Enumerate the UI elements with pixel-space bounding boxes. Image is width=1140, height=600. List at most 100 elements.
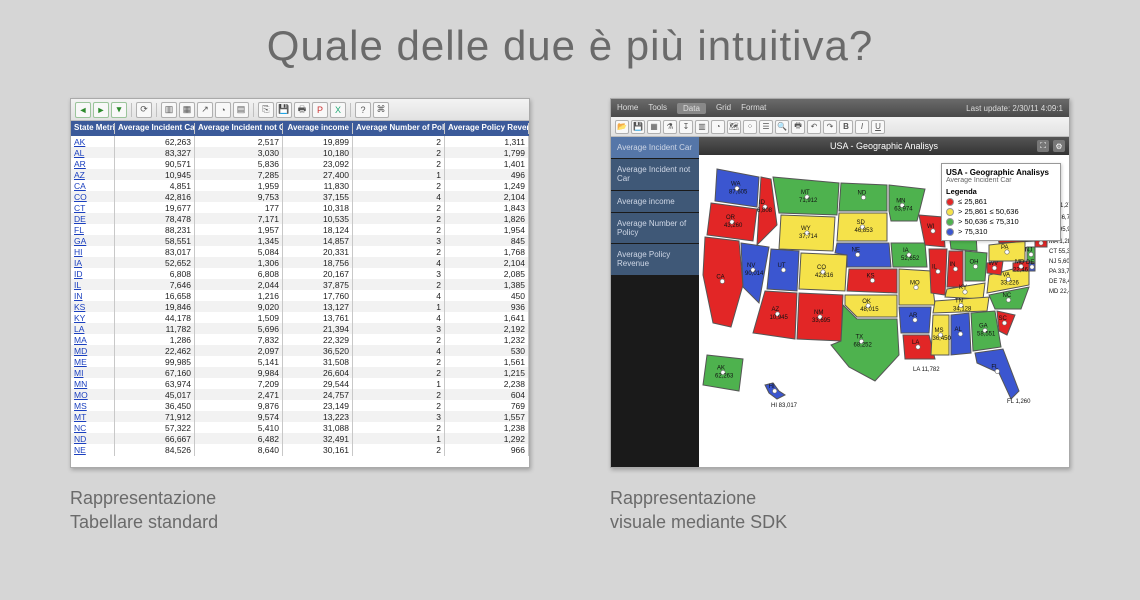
table-row[interactable]: MT71,9129,57413,22331,557 [71,411,529,422]
menu-tools[interactable]: Tools [648,103,667,114]
table-row[interactable]: FL88,2311,95718,12421,954 [71,224,529,235]
map-icon[interactable]: 🗺 [727,120,741,134]
export-xls-icon[interactable]: X [330,102,346,118]
state-label: WV [989,261,999,267]
refresh-icon[interactable]: ⟳ [136,102,152,118]
col-header[interactable]: State Metrics [71,123,115,134]
table-row[interactable]: DE78,4787,17110,53521,826 [71,213,529,224]
undo-icon[interactable]: ↶ [807,120,821,134]
map-legend: USA - Geographic Analisys Average Incide… [941,163,1061,241]
map-stage[interactable]: WA87,605OR43,260CANV90,014ID6,808MT71,91… [699,155,1069,467]
table-row[interactable]: ID6,8086,80820,16732,085 [71,268,529,279]
state-fl[interactable] [975,349,1019,399]
map-settings-icon[interactable]: ⚙ [1053,140,1065,152]
table-row[interactable]: CA4,8511,95911,83021,249 [71,180,529,191]
col-header[interactable]: Average income [283,123,353,134]
legend-sub: Average Incident Car [946,177,1056,184]
table-row[interactable]: IN16,6581,21617,7604450 [71,290,529,301]
col-header[interactable]: Average Number of Policy [353,123,445,134]
copy-icon[interactable]: ⎘ [258,102,274,118]
table-row[interactable]: AZ10,9457,28527,4001496 [71,169,529,180]
filter-icon[interactable]: ⚗ [663,120,677,134]
grid-icon[interactable]: ▦ [179,102,195,118]
col-header[interactable]: Average Incident not Car [195,123,283,134]
print-icon[interactable]: 🖶 [791,120,805,134]
legend-label: > 25,861 ≤ 50,636 [958,207,1019,216]
col-header[interactable]: Average Policy Revenue [445,123,529,134]
table-row[interactable]: CT19,67717710,31821,843 [71,202,529,213]
underline-icon[interactable]: U [871,120,885,134]
chart-pie-icon[interactable]: ◔ [215,102,231,118]
table-row[interactable]: MS36,4509,87623,1492769 [71,400,529,411]
state-value: 48,015 [860,307,879,313]
points-icon[interactable]: ⁘ [743,120,757,134]
legend-row: > 25,861 ≤ 50,636 [946,207,1056,216]
data-cell: 966 [445,444,529,456]
menu-home[interactable]: Home [617,103,638,114]
italic-icon[interactable]: I [855,120,869,134]
table-row[interactable]: HI83,0175,08420,33121,768 [71,246,529,257]
state-label: CA [716,274,724,280]
sidebar-item-policy-count[interactable]: Average Number of Policy [611,213,699,244]
data-cell: 8,640 [195,444,283,456]
chart-pie-icon[interactable]: ◔ [711,120,725,134]
zoom-icon[interactable]: 🔍 [775,120,789,134]
sidebar-item-income[interactable]: Average income [611,191,699,213]
chart-bar-icon[interactable]: ▥ [161,102,177,118]
table-row[interactable]: NC57,3225,41031,08821,238 [71,422,529,433]
state-link-cell[interactable]: NE [71,444,115,456]
state-label: AK [717,366,725,372]
sort-icon[interactable]: ↧ [679,120,693,134]
menu-grid[interactable]: Grid [716,103,731,114]
table-row[interactable]: AL83,3273,03010,18021,799 [71,147,529,158]
chart-line-icon[interactable]: ↗ [197,102,213,118]
table-row[interactable]: IA52,6521,30618,75642,104 [71,257,529,268]
map-content: USA - Geographic Analisys ⛶ ⚙ WA87,605OR… [699,137,1069,467]
table-row[interactable]: KY44,1781,50913,76141,641 [71,312,529,323]
table-row[interactable]: MN63,9747,20929,54412,238 [71,378,529,389]
table-row[interactable]: MD22,4622,09736,5204530 [71,345,529,356]
table-row[interactable]: AK62,2632,51719,89921,311 [71,136,529,147]
script-icon[interactable]: ⌘ [373,102,389,118]
save-icon[interactable]: 💾 [631,120,645,134]
side-label: PA 33,719 [1049,269,1069,275]
export-pdf-icon[interactable]: P [312,102,328,118]
sidebar-item-policy-revenue[interactable]: Average Policy Revenue [611,244,699,275]
state-label: KS [867,274,875,280]
table-row[interactable]: ME99,9855,14131,50821,561 [71,356,529,367]
table-row[interactable]: MI67,1609,98426,60421,215 [71,367,529,378]
col-header[interactable]: Average Incident Car [115,123,195,134]
menu-format[interactable]: Format [741,103,766,114]
chart-bar-icon[interactable]: ▥ [695,120,709,134]
print-icon[interactable]: 🖶 [294,102,310,118]
nav-back-icon[interactable]: ◄ [75,102,91,118]
sidebar-item-incident-car[interactable]: Average Incident Car [611,137,699,159]
save-icon[interactable]: 💾 [276,102,292,118]
table-row[interactable]: KS19,8469,02013,1271936 [71,301,529,312]
nav-fwd-icon[interactable]: ► [93,102,109,118]
table-row[interactable]: NE84,5268,64030,1612966 [71,444,529,455]
menu-data[interactable]: Data [677,103,706,114]
sidebar-item-incident-notcar[interactable]: Average Incident not Car [611,159,699,190]
legend-icon[interactable]: ☰ [759,120,773,134]
table-row[interactable]: GA58,5511,34514,8573845 [71,235,529,246]
table-row[interactable]: CO42,8169,75337,15542,104 [71,191,529,202]
table-row[interactable]: ND66,6676,48232,49111,292 [71,433,529,444]
bold-icon[interactable]: B [839,120,853,134]
side-label: MD 22,462 [1049,289,1069,295]
table-row[interactable]: MA1,2867,83222,32921,232 [71,334,529,345]
table-row[interactable]: LA11,7825,69621,39432,192 [71,323,529,334]
grid-icon[interactable]: ▦ [647,120,661,134]
open-icon[interactable]: 📂 [615,120,629,134]
redo-icon[interactable]: ↷ [823,120,837,134]
map-tool-icon[interactable]: ⛶ [1037,140,1049,152]
table-row[interactable]: AR90,5715,83623,09221,401 [71,158,529,169]
state-label: AZ [772,307,780,313]
table-row[interactable]: IL7,6462,04437,87521,385 [71,279,529,290]
legend-swatch [946,218,954,226]
nav-drop-icon[interactable]: ▾ [111,102,127,118]
chart-col-icon[interactable]: ▤ [233,102,249,118]
caption-line: Rappresentazione [610,488,756,508]
help-icon[interactable]: ? [355,102,371,118]
table-row[interactable]: MO45,0172,47124,7572604 [71,389,529,400]
